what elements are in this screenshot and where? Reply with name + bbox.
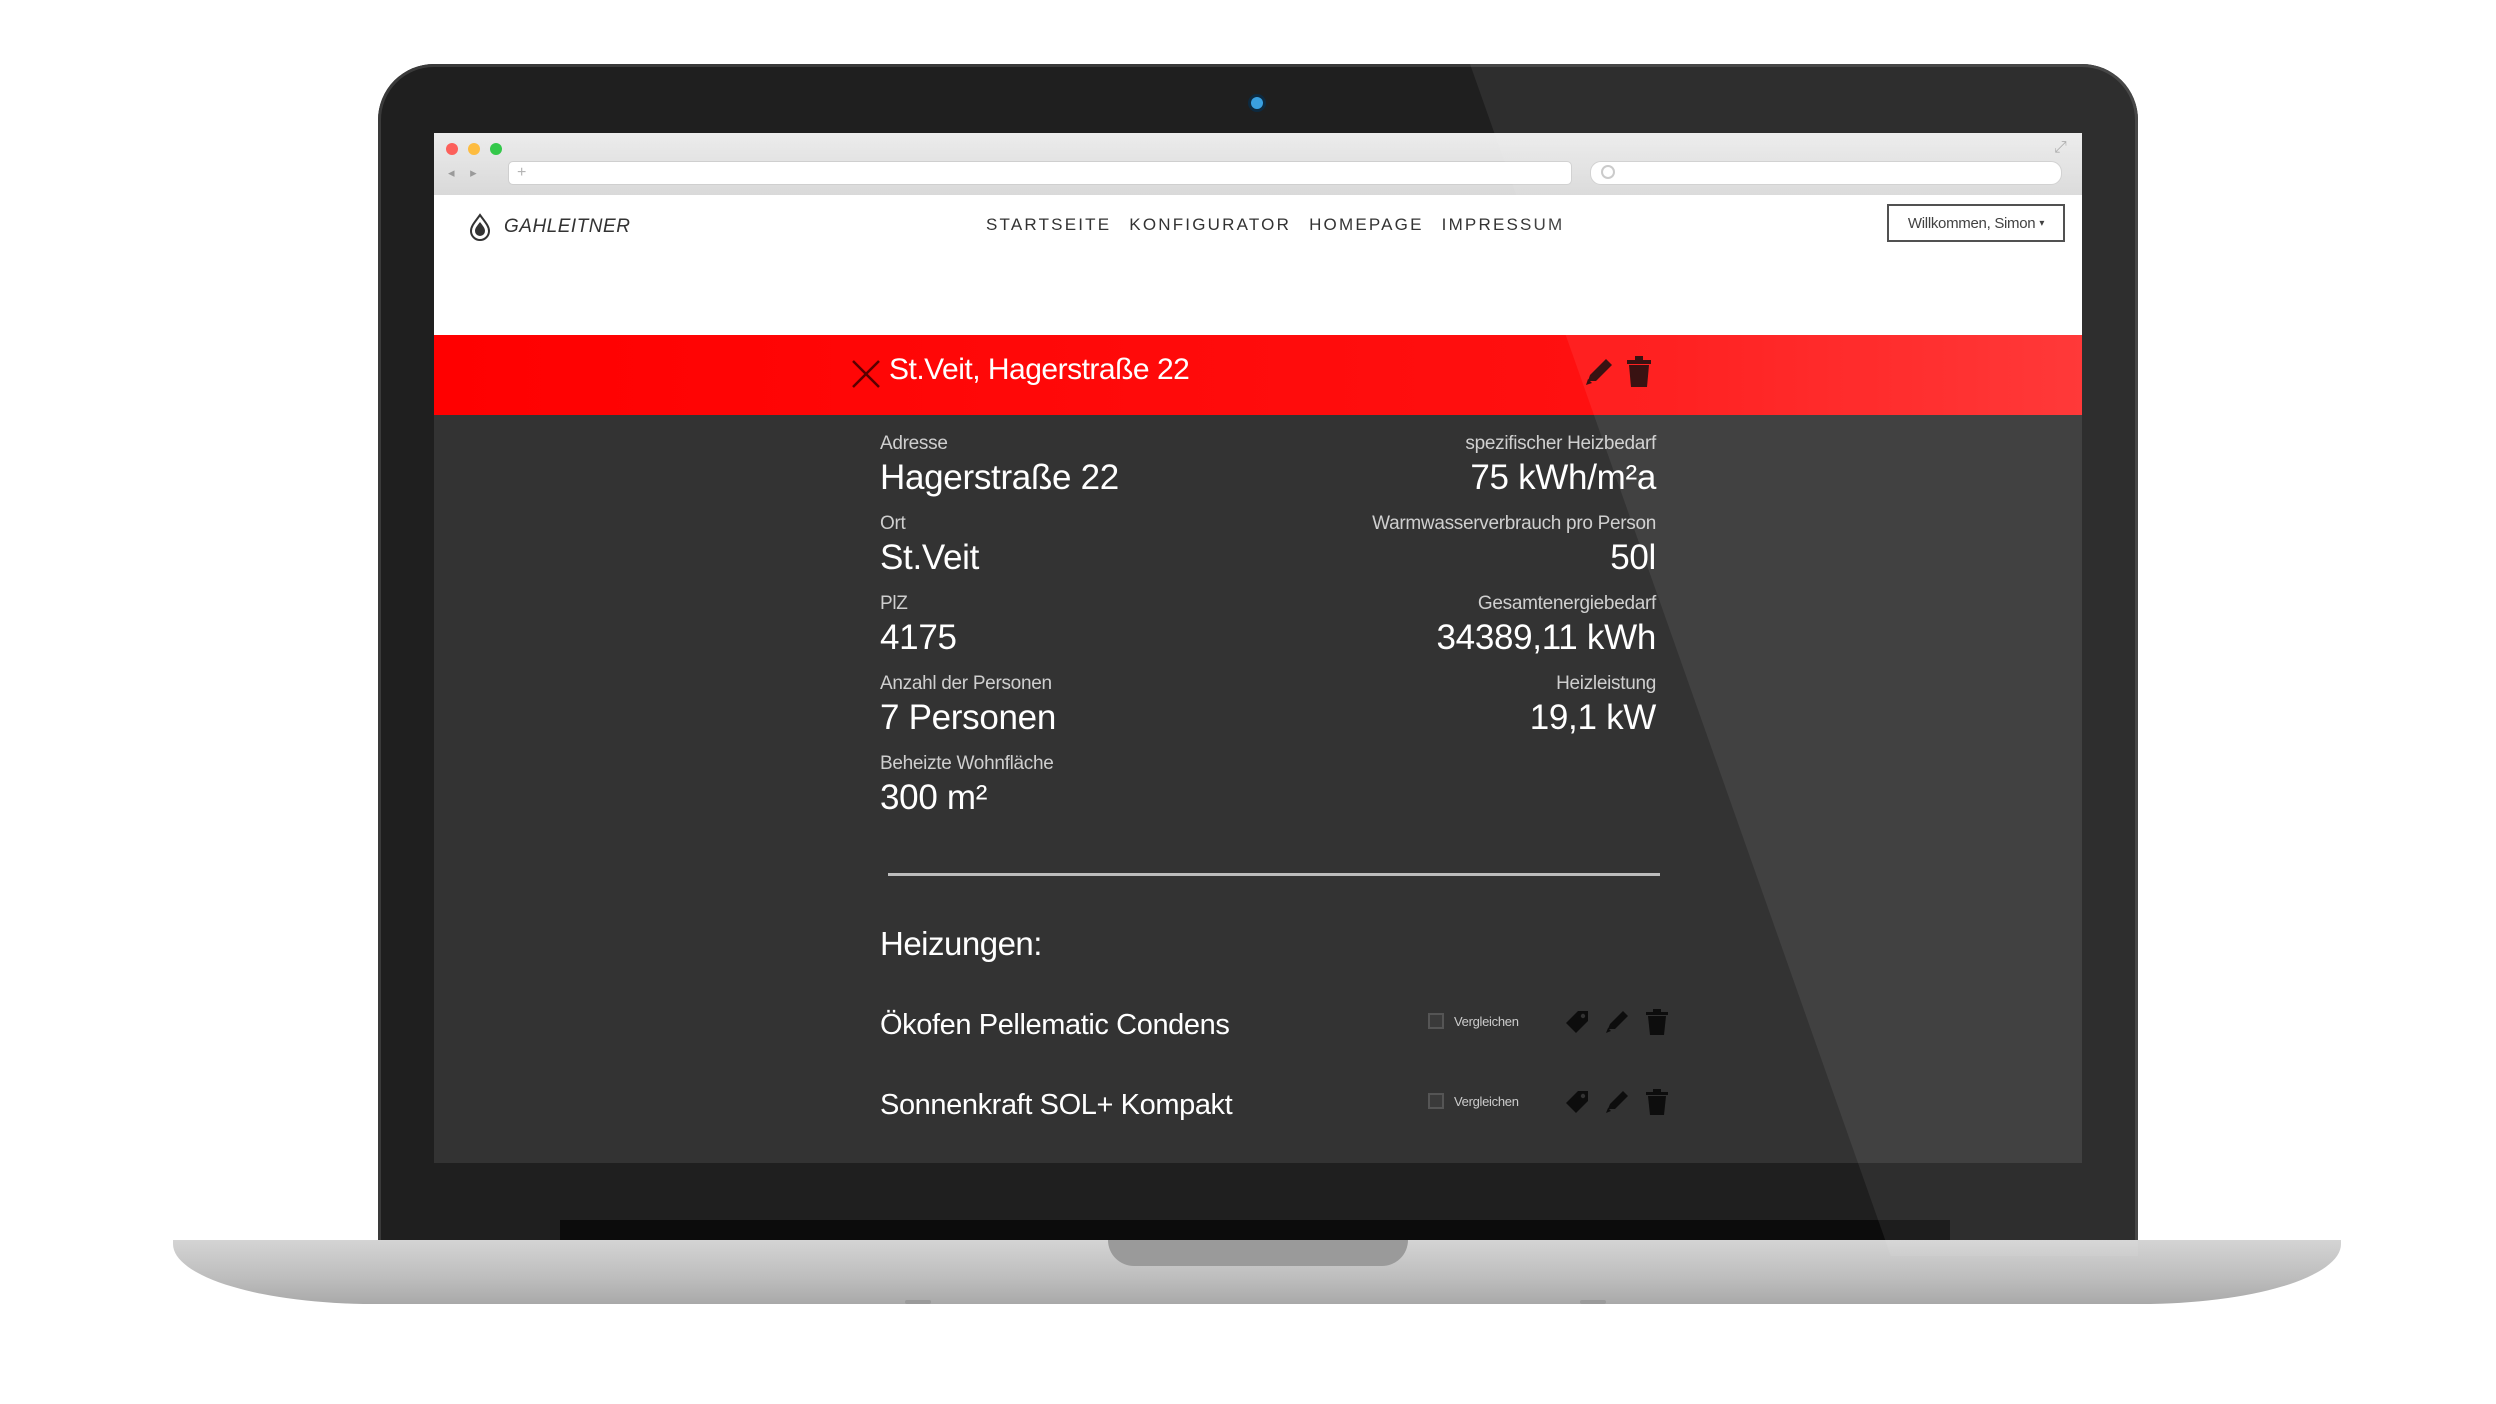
window-close-button[interactable] <box>446 143 458 155</box>
camera <box>1251 97 1263 109</box>
tag-icon[interactable] <box>1562 1007 1592 1037</box>
field-label: Gesamtenergiebedarf <box>1477 593 1656 614</box>
heater-actions <box>1562 1007 1672 1037</box>
logo[interactable]: GAHLEITNER <box>466 213 630 241</box>
compare-label: Vergleichen <box>1454 1093 1519 1109</box>
heater-row: Sonnenkraft SOL+ Kompakt Vergleichen <box>880 1083 1668 1129</box>
field-value: 300 m² <box>880 778 988 817</box>
compare-toggle[interactable]: Vergleichen <box>1428 1013 1519 1029</box>
browser-search-input[interactable] <box>1590 161 2062 185</box>
close-icon[interactable] <box>849 357 883 391</box>
field-value: 50l <box>1610 538 1656 577</box>
field-value: 19,1 kW <box>1529 698 1657 737</box>
nav-item-impressum[interactable]: IMPRESSUM <box>1442 215 1565 235</box>
compare-checkbox[interactable] <box>1428 1093 1444 1109</box>
address-bar[interactable]: + <box>508 161 1572 185</box>
compare-label: Vergleichen <box>1454 1013 1519 1029</box>
nav-item-homepage[interactable]: HOMEPAGE <box>1309 215 1424 235</box>
chevron-down-icon: ▾ <box>2039 217 2045 229</box>
laptop-foot-right <box>1580 1300 1606 1304</box>
heater-name[interactable]: Sonnenkraft SOL+ Kompakt <box>880 1089 1233 1122</box>
field-label: Warmwasserverbrauch pro Person <box>1372 513 1656 534</box>
site-header: GAHLEITNER STARTSEITE KONFIGURATOR HOMEP… <box>434 195 2082 335</box>
field-value: 75 kWh/m²a <box>1470 458 1656 497</box>
browser-chrome: ◂ ▸ + ⤢ <box>434 133 2082 196</box>
window-minimize-button[interactable] <box>468 143 480 155</box>
logo-drop-icon <box>469 213 491 241</box>
divider <box>888 873 1660 876</box>
compare-checkbox[interactable] <box>1428 1013 1444 1029</box>
screen: ◂ ▸ + ⤢ GAHLEITNER STARTSEITE KONFIGURAT… <box>434 133 2082 1163</box>
window-zoom-button[interactable] <box>490 143 502 155</box>
trash-icon[interactable] <box>1642 1087 1672 1117</box>
new-tab-icon[interactable]: + <box>517 163 526 183</box>
user-menu-label: Willkommen, Simon <box>1907 214 2036 232</box>
pencil-icon[interactable] <box>1602 1087 1632 1117</box>
project-title-bar: St.Veit, Hagerstraße 22 <box>434 335 2082 415</box>
heater-row: Ökofen Pellematic Condens Vergleichen <box>880 1003 1668 1049</box>
trash-icon[interactable] <box>1642 1007 1672 1037</box>
field-label: Heizleistung <box>1556 673 1656 694</box>
logo-text: GAHLEITNER <box>504 216 631 237</box>
field-warmwasser: Warmwasserverbrauch pro Person 50l <box>1236 513 1656 593</box>
section-title-heizungen: Heizungen: <box>880 925 1042 962</box>
field-gesamtenergie: Gesamtenergiebedarf 34389,11 kWh <box>1236 593 1656 673</box>
user-menu-button[interactable]: Willkommen, Simon ▾ <box>1887 204 2065 242</box>
nav-item-konfigurator[interactable]: KONFIGURATOR <box>1129 215 1291 235</box>
field-value: 34389,11 kWh <box>1436 618 1656 657</box>
field-heizbedarf: spezifischer Heizbedarf 75 kWh/m²a <box>1236 433 1656 513</box>
heater-actions <box>1562 1087 1672 1117</box>
laptop-base-notch <box>1108 1240 1408 1266</box>
expand-icon[interactable]: ⤢ <box>2054 139 2067 157</box>
details-right-column: spezifischer Heizbedarf 75 kWh/m²a Warmw… <box>1236 433 1656 753</box>
search-icon <box>1601 165 1615 179</box>
pencil-icon[interactable] <box>1602 1007 1632 1037</box>
nav-item-startseite[interactable]: STARTSEITE <box>986 215 1111 235</box>
field-heizleistung: Heizleistung 19,1 kW <box>1236 673 1657 753</box>
back-forward-icon[interactable]: ◂ ▸ <box>448 165 483 181</box>
pencil-icon[interactable] <box>1582 355 1616 389</box>
field-label: Beheizte Wohnfläche <box>880 753 1054 774</box>
page-title: St.Veit, Hagerstraße 22 <box>889 353 1190 386</box>
compare-toggle[interactable]: Vergleichen <box>1428 1093 1519 1109</box>
laptop-hinge <box>560 1220 1950 1242</box>
laptop-foot-left <box>905 1300 931 1304</box>
trash-icon[interactable] <box>1624 355 1654 389</box>
main-nav: STARTSEITE KONFIGURATOR HOMEPAGE IMPRESS… <box>986 215 1564 235</box>
field-wohnflaeche: Beheizte Wohnfläche 300 m² <box>880 753 1300 833</box>
heater-name[interactable]: Ökofen Pellematic Condens <box>880 1009 1230 1042</box>
tag-icon[interactable] <box>1562 1087 1592 1117</box>
field-label: spezifischer Heizbedarf <box>1465 433 1656 454</box>
